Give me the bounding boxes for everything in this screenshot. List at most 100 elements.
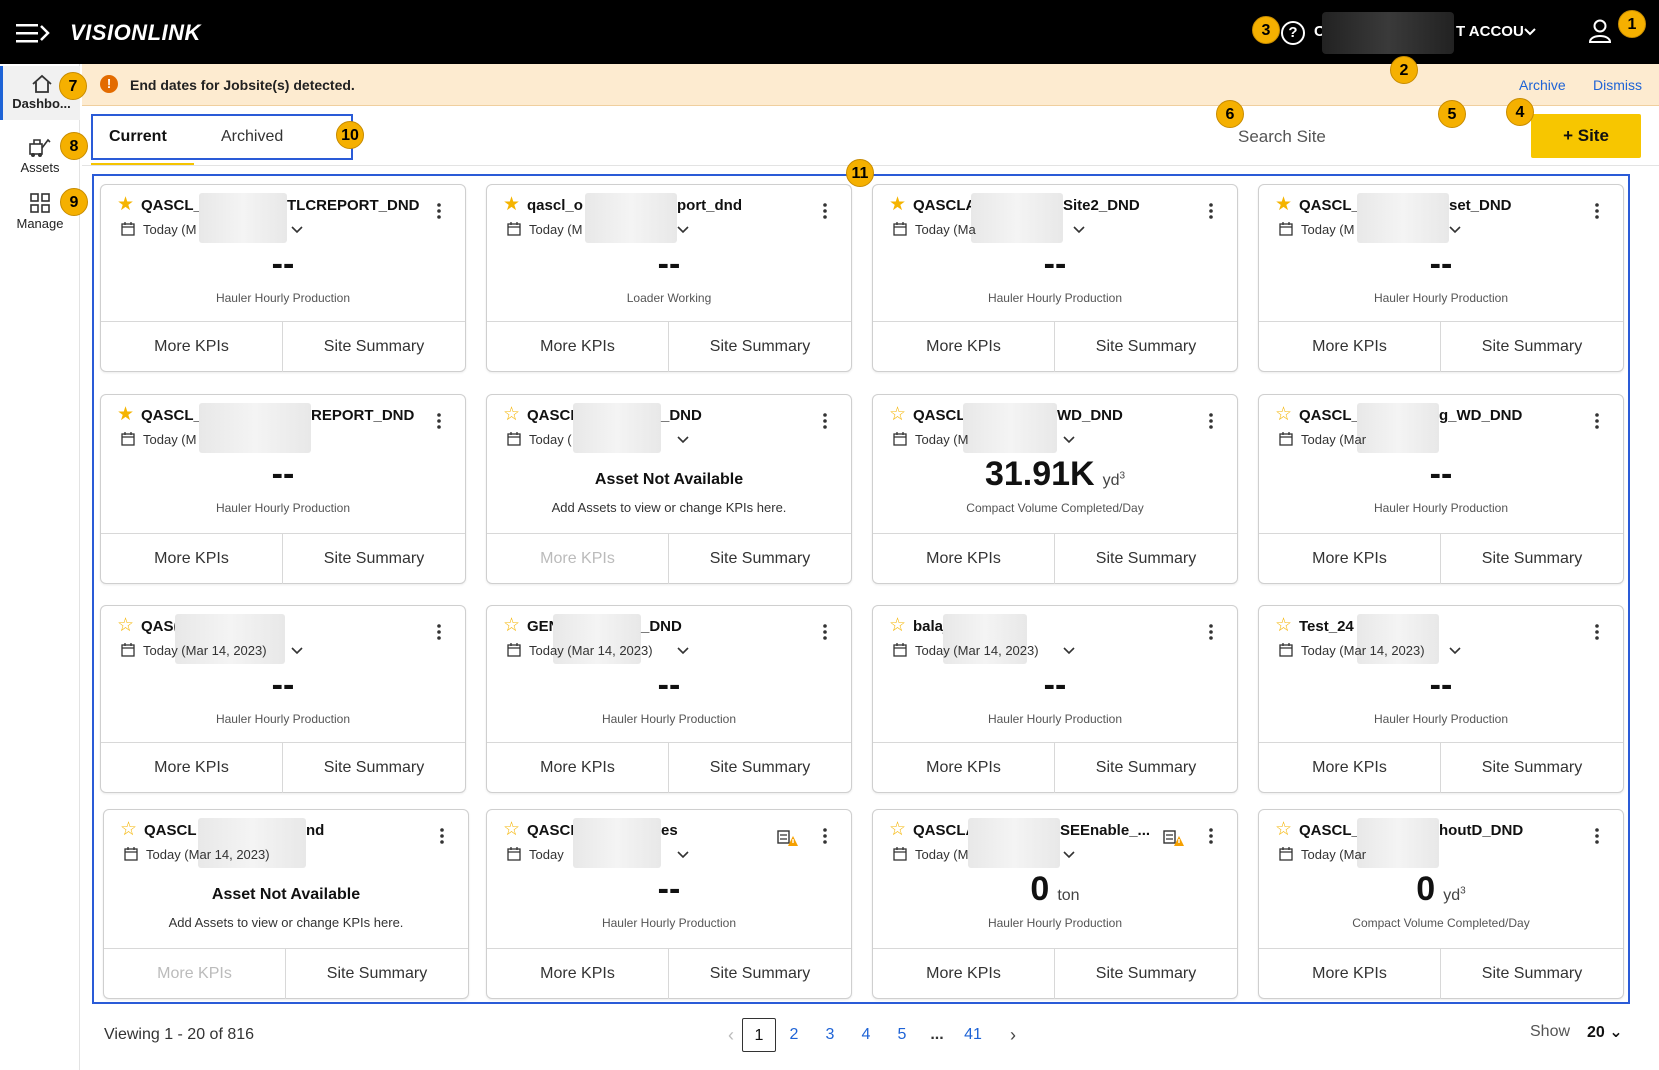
site-card[interactable]: ☆ QASCL_ WD_DND Today (M 31.91K yd3 Compact Vo… [872,394,1238,584]
date-selector[interactable]: Today (Mar 14, 2023) [529,643,653,658]
date-selector[interactable]: Today (M [915,847,968,862]
kebab-menu-icon[interactable] [1595,828,1599,844]
site-name-tail[interactable]: nd [306,822,324,839]
site-summary-button[interactable]: Site Summary [669,743,851,793]
site-name[interactable]: QAS( [141,618,179,635]
more-kpis-button[interactable]: More KPIs [873,743,1055,793]
site-summary-button[interactable]: Site Summary [286,949,468,999]
kebab-menu-icon[interactable] [823,413,827,429]
site-summary-button[interactable]: Site Summary [283,743,465,793]
site-card[interactable]: ☆ QASCL_Cc g_WD_DND Today (Mar -- Hauler Hour… [1258,394,1624,584]
site-name[interactable]: QASCI [527,822,575,839]
favorite-star-icon[interactable]: ☆ [889,616,906,636]
kebab-menu-icon[interactable] [1595,413,1599,429]
favorite-star-icon[interactable]: ☆ [1275,616,1292,636]
site-card[interactable]: ★ qascl_o port_dnd Today (M -- Loader Working… [486,184,852,372]
date-selector[interactable]: Today (Ma [915,222,976,237]
date-selector[interactable]: Today (M [143,432,196,447]
site-summary-button[interactable]: Site Summary [1441,534,1623,584]
chevron-down-icon[interactable] [1073,226,1085,234]
site-name-tail[interactable]: es [661,822,678,839]
site-summary-button[interactable]: Site Summary [283,534,465,584]
next-page-button[interactable]: › [996,1018,1030,1052]
kebab-menu-icon[interactable] [1595,624,1599,640]
more-kpis-button[interactable]: More KPIs [1259,534,1441,584]
chevron-down-icon[interactable] [677,436,689,444]
site-name[interactable]: Test_24 [1299,618,1354,635]
kebab-menu-icon[interactable] [437,413,441,429]
more-kpis-button[interactable]: More KPIs [873,322,1055,372]
date-selector[interactable]: Today (Mar 14, 2023) [146,847,270,862]
favorite-star-icon[interactable]: ★ [1275,195,1292,215]
more-kpis-button[interactable]: More KPIs [101,534,283,584]
chevron-down-icon[interactable] [291,226,303,234]
site-card[interactable]: ★ QASCL_ set_DND Today (M -- Hauler Hourly Pr… [1258,184,1624,372]
site-summary-button[interactable]: Site Summary [283,322,465,372]
site-summary-button[interactable]: Site Summary [669,949,851,999]
site-card[interactable]: ☆ GEN _DND Today (Mar 14, 2023) -- Hauler Hou… [486,605,852,793]
site-card[interactable]: ★ QASCLAI Site2_DND Today (Ma -- Hauler Hourl… [872,184,1238,372]
chevron-down-icon[interactable] [1449,226,1461,234]
favorite-star-icon[interactable]: ★ [503,195,520,215]
chevron-down-icon[interactable] [1063,436,1075,444]
site-name-tail[interactable]: port_dnd [677,197,742,214]
favorite-star-icon[interactable]: ☆ [117,616,134,636]
chevron-down-icon[interactable] [1063,647,1075,655]
chevron-down-icon[interactable] [1449,647,1461,655]
site-card[interactable]: ☆ QAS(Today (Mar 14, 2023) -- Hauler Hourly… [100,605,466,793]
favorite-star-icon[interactable]: ☆ [503,820,520,840]
more-kpis-button[interactable]: More KPIs [1259,949,1441,999]
chevron-down-icon[interactable] [677,226,689,234]
site-name-tail[interactable]: _DND [641,618,682,635]
kebab-menu-icon[interactable] [1209,828,1213,844]
page-2[interactable]: 2 [777,1018,811,1052]
date-selector[interactable]: Today ( [529,432,572,447]
more-kpis-button[interactable]: More KPIs [1259,743,1441,793]
favorite-star-icon[interactable]: ★ [889,195,906,215]
chevron-down-icon[interactable] [291,647,303,655]
chevron-down-icon[interactable] [677,647,689,655]
site-name-tail[interactable]: WD_DND [1057,407,1123,424]
site-card[interactable]: ☆ QASCLA SEEnable_... Today (M 0 ton Hauler Ho… [872,809,1238,999]
date-selector[interactable]: Today (Mar [1301,432,1366,447]
site-card[interactable]: ☆ QASCL nd Today (Mar 14, 2023) Asset Not Av… [103,809,469,999]
more-kpis-button[interactable]: More KPIs [487,322,669,372]
site-card[interactable]: ☆ Test_24 Today (Mar 14, 2023) -- Hauler Hou… [1258,605,1624,793]
site-name[interactable]: qascl_o [527,197,583,214]
site-card[interactable]: ★ QASCL_ REPORT_DND Today (M -- Hauler Hourly… [100,394,466,584]
site-summary-button[interactable]: Site Summary [669,322,851,372]
site-name[interactable]: QASCL_ [141,407,202,424]
chevron-down-icon[interactable] [1063,851,1075,859]
kebab-menu-icon[interactable] [440,828,444,844]
site-name[interactable]: QASCL [144,822,197,839]
site-name[interactable]: QASCLA [913,822,976,839]
page-3[interactable]: 3 [813,1018,847,1052]
more-kpis-button[interactable]: More KPIs [487,949,669,999]
favorite-star-icon[interactable]: ☆ [889,820,906,840]
favorite-star-icon[interactable]: ☆ [1275,820,1292,840]
kebab-menu-icon[interactable] [1209,413,1213,429]
date-selector[interactable]: Today (Mar [1301,847,1366,862]
site-name[interactable]: QASCL_ [141,197,202,214]
site-name-tail[interactable]: Site2_DND [1063,197,1140,214]
site-name-tail[interactable]: _DND [661,407,702,424]
site-card[interactable]: ☆ balaj Today (Mar 14, 2023) -- Hauler Hourl… [872,605,1238,793]
site-name[interactable]: QASCI [527,407,575,424]
date-selector[interactable]: Today [529,847,564,862]
more-kpis-button[interactable]: More KPIs [101,743,283,793]
more-kpis-button[interactable]: More KPIs [1259,322,1441,372]
chevron-down-icon[interactable] [677,851,689,859]
favorite-star-icon[interactable]: ★ [117,405,134,425]
more-kpis-button[interactable]: More KPIs [873,534,1055,584]
date-selector[interactable]: Today (Mar 14, 2023) [915,643,1039,658]
date-selector[interactable]: Today (Mar 14, 2023) [143,643,267,658]
favorite-star-icon[interactable]: ☆ [1275,405,1292,425]
kebab-menu-icon[interactable] [823,624,827,640]
favorite-star-icon[interactable]: ★ [117,195,134,215]
site-summary-button[interactable]: Site Summary [1055,322,1237,372]
site-summary-button[interactable]: Site Summary [1055,743,1237,793]
site-card[interactable]: ☆ QASCL_co houtD_DND Today (Mar 0 yd3 Compact … [1258,809,1624,999]
kebab-menu-icon[interactable] [823,203,827,219]
site-name-tail[interactable]: g_WD_DND [1439,407,1522,424]
site-name-tail[interactable]: REPORT_DND [311,407,414,424]
